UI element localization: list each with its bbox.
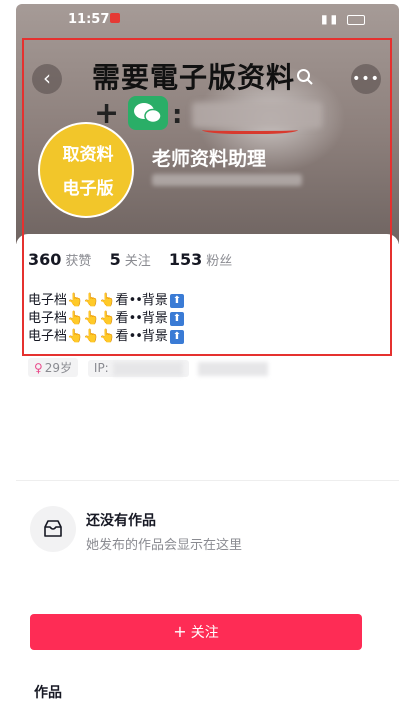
notification-icon [110, 13, 120, 23]
age-tag-text: 29岁 [44, 361, 73, 375]
red-scribble [202, 124, 298, 134]
profile-tags: ♀ 29岁 IP: [28, 358, 269, 377]
stat-likes[interactable]: 360 获赞 [28, 250, 91, 269]
search-icon[interactable] [296, 68, 314, 86]
ip-tag-label: IP: [93, 361, 109, 375]
bio-text-suffix: 背景 [141, 311, 168, 326]
bio-text-suffix: 背景 [141, 293, 168, 308]
follow-button-label: 关注 [190, 625, 219, 641]
stat-following-value: 5 [109, 250, 121, 269]
stat-likes-value: 360 [28, 250, 62, 269]
up-arrow-icon: ⬆ [169, 329, 184, 344]
more-button[interactable]: ••• [351, 64, 381, 94]
stat-following-label: 关注 [124, 254, 151, 269]
signal-icon: ▮▮ [320, 12, 341, 26]
stat-followers-label: 粉丝 [206, 254, 233, 269]
back-button[interactable]: ‹ [32, 64, 62, 94]
profile-stats: 360 获赞 5 关注 153 粉丝 [28, 250, 246, 269]
up-arrow-icon: ⬆ [169, 311, 184, 326]
redacted-account-id [152, 174, 302, 186]
bio-line: 电子档👆👆👆看••背景 ⬆ [28, 310, 184, 328]
bio-line: 电子档👆👆👆看••背景 ⬆ [28, 292, 184, 310]
avatar[interactable]: 取资料 电子版 [38, 122, 134, 218]
bio-line: 电子档👆👆👆看••背景 ⬆ [28, 328, 184, 346]
avatar-text-line-2: 电子版 [62, 179, 114, 199]
profile-bio: 电子档👆👆👆看••背景 ⬆ 电子档👆👆👆看••背景 ⬆ 电子档👆👆👆看••背景 ⬆ [28, 292, 184, 346]
profile-cover: 11:57 ▮▮ ‹ 需要電子版资料 ••• + : 取资料 电子版 老师资料助… [16, 4, 399, 244]
profile-screen: 11:57 ▮▮ ‹ 需要電子版资料 ••• + : 取资料 电子版 老师资料助… [16, 4, 399, 701]
female-icon: ♀ [34, 361, 43, 375]
bio-text: 电子档👆👆👆看 [28, 293, 129, 308]
tab-works[interactable]: 作品 [34, 682, 62, 701]
bio-dots: •• [128, 311, 143, 326]
bio-dots: •• [128, 293, 143, 308]
divider [16, 480, 399, 481]
wechat-icon [128, 96, 168, 130]
redacted-ip [112, 361, 183, 376]
status-bar: 11:57 ▮▮ [16, 4, 399, 32]
cover-headline: 需要電子版资料 [92, 61, 296, 94]
empty-works-title: 还没有作品 [86, 513, 156, 529]
avatar-text-line-1: 取资料 [62, 145, 114, 165]
follow-button[interactable]: + 关注 [30, 614, 362, 650]
stat-following[interactable]: 5 关注 [110, 250, 151, 269]
age-tag: ♀ 29岁 [28, 358, 79, 377]
battery-icon [347, 14, 365, 25]
plus-icon: + [173, 622, 187, 641]
up-arrow-icon: ⬆ [169, 293, 184, 308]
bio-text: 电子档👆👆👆看 [28, 311, 129, 326]
bio-text-suffix: 背景 [141, 329, 168, 344]
stat-followers[interactable]: 153 粉丝 [169, 250, 232, 269]
colon: : [172, 100, 183, 130]
ip-tag: IP: [87, 360, 189, 377]
wechat-bubbles-icon [134, 103, 162, 124]
chevron-left-icon: ‹ [43, 66, 51, 90]
status-icons: ▮▮ [321, 12, 365, 26]
inbox-icon [44, 520, 62, 537]
more-icon: ••• [352, 71, 380, 87]
bio-text: 电子档👆👆👆看 [28, 329, 129, 344]
empty-works-subtitle: 她发布的作品会显示在这里 [86, 538, 243, 553]
stat-followers-value: 153 [168, 250, 203, 269]
redacted-tag [198, 361, 269, 376]
empty-works-icon [30, 506, 76, 552]
stat-likes-label: 获赞 [65, 254, 92, 269]
bio-dots: •• [128, 329, 143, 344]
profile-name: 老师资料助理 [152, 148, 267, 170]
profile-card: 360 获赞 5 关注 153 粉丝 电子档👆👆👆看••背景 ⬆ 电子档👆👆👆看••背景… [16, 234, 399, 701]
status-time: 11:57 [68, 12, 110, 27]
